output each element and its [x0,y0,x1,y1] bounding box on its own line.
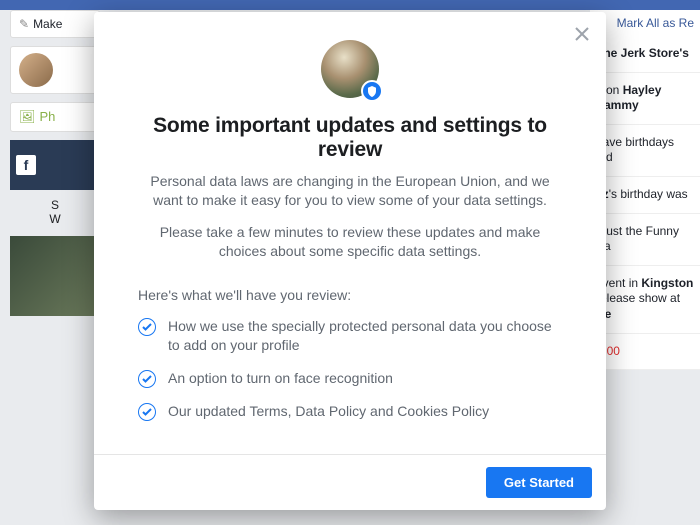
check-icon [138,370,156,388]
privacy-review-modal: Some important updates and settings to r… [94,12,606,510]
review-item-text: An option to turn on face recognition [168,369,393,388]
check-icon [138,318,156,336]
shield-icon [367,86,377,97]
shield-badge [361,80,383,102]
review-item: How we use the specially protected perso… [138,317,562,355]
check-icon [138,403,156,421]
modal-footer: Get Started [94,454,606,510]
modal-paragraph-1: Personal data laws are changing in the E… [142,172,558,211]
modal-paragraph-2: Please take a few minutes to review thes… [142,223,558,262]
modal-title: Some important updates and settings to r… [124,114,576,162]
review-list: How we use the specially protected perso… [138,317,562,421]
profile-avatar [321,40,379,98]
profile-avatar-wrap [94,40,606,98]
review-item: Our updated Terms, Data Policy and Cooki… [138,402,562,421]
review-item-text: Our updated Terms, Data Policy and Cooki… [168,402,489,421]
get-started-button[interactable]: Get Started [486,467,592,498]
modal-overlay: Some important updates and settings to r… [0,0,700,525]
review-item-text: How we use the specially protected perso… [168,317,562,355]
review-intro: Here's what we'll have you review: [138,287,562,303]
close-icon [575,27,589,41]
review-section: Here's what we'll have you review: How w… [138,287,562,435]
review-item: An option to turn on face recognition [138,369,562,388]
